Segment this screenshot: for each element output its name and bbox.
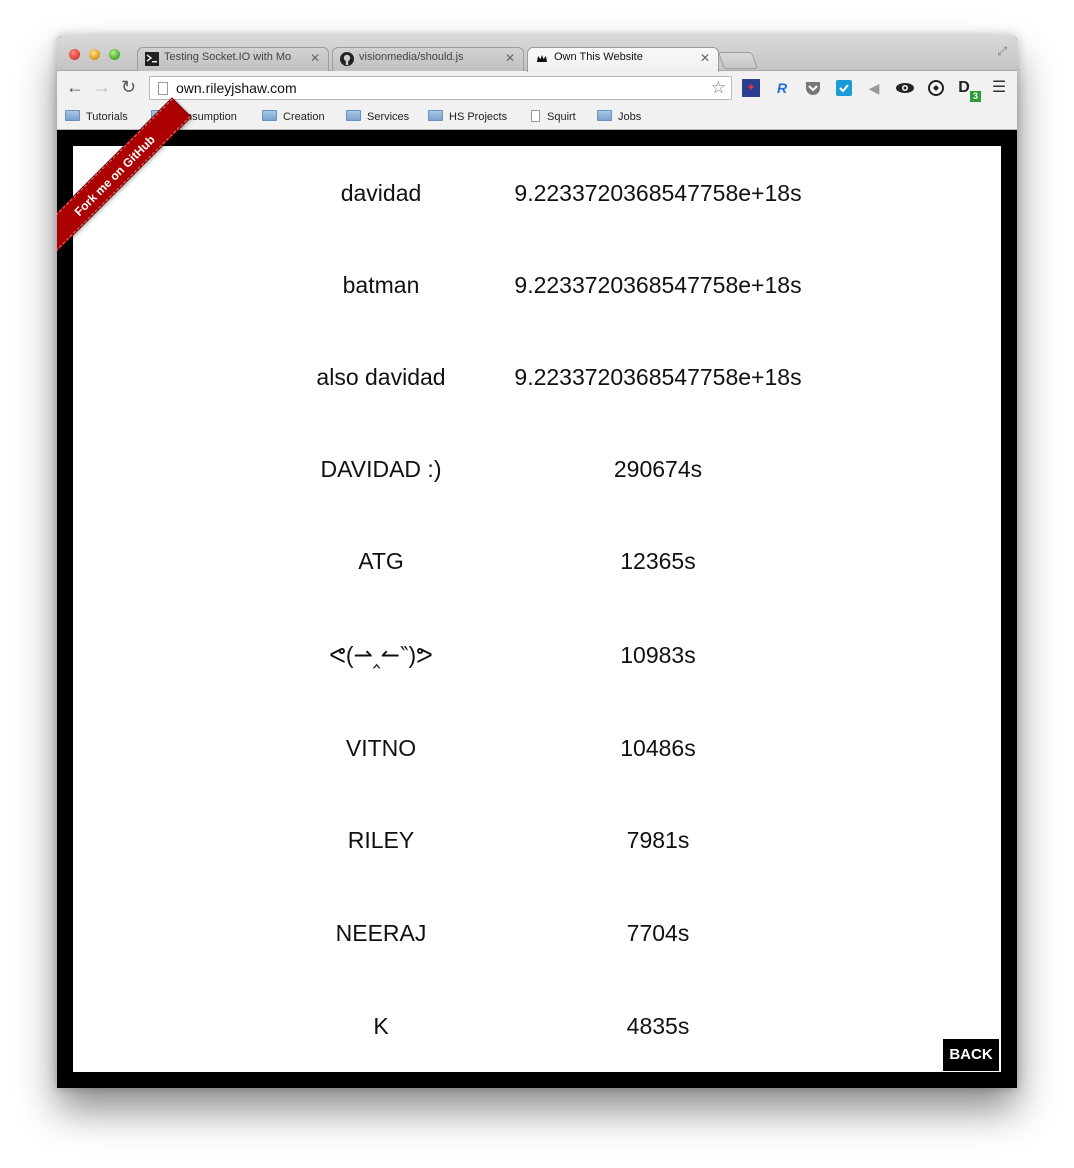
- page-content: davidad 9.2233720368547758e+18s batman 9…: [57, 98, 1017, 1088]
- tab-label: Own This Website: [554, 51, 643, 63]
- reload-icon[interactable]: ↻: [121, 77, 136, 97]
- bookmark-services[interactable]: Services: [346, 110, 409, 123]
- bookmark-label: Creation: [283, 111, 325, 123]
- close-window-button[interactable]: [69, 49, 80, 60]
- player-time: 4835s: [626, 1013, 690, 1039]
- player-name: ᕙ(⇀‸↼‶)ᕗ: [329, 642, 433, 668]
- folder-icon: [428, 110, 443, 121]
- player-time: 7704s: [626, 920, 690, 946]
- bookmark-creation[interactable]: Creation: [262, 110, 325, 123]
- new-tab-button[interactable]: [717, 52, 759, 69]
- bookmark-label: Tutorials: [86, 111, 128, 123]
- player-name: DAVIDAD :): [320, 456, 442, 482]
- leaderboard-row: VITNO 10486s: [73, 728, 1001, 768]
- bookmark-label: Services: [367, 111, 410, 123]
- player-time: 7981s: [626, 827, 690, 853]
- eye-icon[interactable]: [895, 79, 914, 97]
- crown-icon: [535, 52, 549, 66]
- tab-label: Testing Socket.IO with Mo: [164, 51, 292, 63]
- tab-socketio[interactable]: Testing Socket.IO with Mo ✕: [137, 47, 329, 71]
- leaderboard-row: also davidad 9.2233720368547758e+18s: [73, 357, 1001, 397]
- pocket-icon[interactable]: [804, 79, 822, 97]
- leaderboard-row: RILEY 7981s: [73, 820, 1001, 860]
- bookmark-label: Jobs: [618, 111, 642, 123]
- bookmark-star-icon[interactable]: ☆: [711, 78, 726, 98]
- tab-own-this-website[interactable]: Own This Website ✕: [527, 47, 719, 72]
- bookmark-label: HS Projects: [449, 111, 508, 123]
- bookmark-label: Squirt: [547, 111, 576, 123]
- player-name: batman: [342, 272, 420, 298]
- player-name: ATG: [358, 548, 404, 574]
- back-button[interactable]: BACK: [943, 1039, 999, 1071]
- player-time: 10983s: [620, 642, 696, 668]
- bookmark-tutorials[interactable]: Tutorials: [65, 110, 128, 123]
- player-time: 9.2233720368547758e+18s: [514, 272, 802, 298]
- close-icon[interactable]: ✕: [310, 51, 320, 65]
- page-icon: [531, 110, 540, 122]
- bookmarks-bar: Tutorials Consumption Creation Services …: [57, 105, 1017, 130]
- leaderboard-row: K 4835s: [73, 1006, 1001, 1046]
- leaderboard-row: ᕙ(⇀‸↼‶)ᕗ 10983s: [73, 635, 1001, 675]
- close-icon[interactable]: ✕: [700, 51, 710, 65]
- player-time: 290674s: [613, 456, 703, 482]
- address-bar[interactable]: own.rileyjshaw.com ☆: [149, 76, 732, 100]
- player-time: 9.2233720368547758e+18s: [514, 180, 802, 206]
- bookmark-jobs[interactable]: Jobs: [597, 110, 641, 123]
- player-name: K: [373, 1013, 389, 1039]
- leaderboard-row: NEERAJ 7704s: [73, 913, 1001, 953]
- player-time: 10486s: [620, 735, 696, 761]
- checkbox-extension-icon[interactable]: [835, 79, 853, 97]
- minimize-window-button[interactable]: [89, 49, 100, 60]
- player-name: also davidad: [316, 364, 446, 390]
- sync-icon[interactable]: [927, 79, 945, 97]
- player-name: VITNO: [345, 735, 417, 761]
- leaderboard-row: ATG 12365s: [73, 541, 1001, 581]
- player-time: 12365s: [620, 548, 696, 574]
- player-name: RILEY: [347, 827, 415, 853]
- url-text[interactable]: own.rileyjshaw.com: [176, 80, 297, 96]
- player-time: 9.2233720368547758e+18s: [514, 364, 802, 390]
- bookmark-hs-projects[interactable]: HS Projects: [428, 110, 507, 123]
- close-icon[interactable]: ✕: [505, 51, 515, 65]
- bookmark-squirt[interactable]: Squirt: [531, 110, 576, 123]
- page-icon: [158, 82, 168, 95]
- folder-icon: [346, 110, 361, 121]
- browser-window: Testing Socket.IO with Mo ✕ visionmedia/…: [57, 36, 1017, 1088]
- folder-icon: [597, 110, 612, 121]
- fullscreen-icon[interactable]: ⤢: [997, 44, 1007, 59]
- leaderboard-row: batman 9.2233720368547758e+18s: [73, 265, 1001, 305]
- forward-arrow-icon[interactable]: →: [93, 77, 111, 97]
- tab-label: visionmedia/should.js: [359, 51, 464, 63]
- flag-extension-icon[interactable]: ✦: [742, 79, 760, 97]
- tab-shouldjs[interactable]: visionmedia/should.js ✕: [332, 47, 524, 71]
- browser-toolbar: ← → ↻ own.rileyjshaw.com ☆ ✦ R ◀ D 3 ☰: [57, 71, 1017, 105]
- tab-strip: Testing Socket.IO with Mo ✕ visionmedia/…: [57, 36, 1017, 72]
- speaker-icon[interactable]: ◀: [865, 79, 883, 97]
- folder-icon: [65, 110, 80, 121]
- leaderboard-panel: davidad 9.2233720368547758e+18s batman 9…: [73, 146, 1001, 1072]
- player-name: NEERAJ: [335, 920, 427, 946]
- menu-icon[interactable]: ☰: [990, 79, 1008, 97]
- leaderboard-row: davidad 9.2233720368547758e+18s: [73, 173, 1001, 213]
- extension-badge: 3: [970, 91, 981, 102]
- folder-icon: [262, 110, 277, 121]
- github-icon: [340, 52, 354, 66]
- readability-extension-icon[interactable]: R: [773, 79, 791, 97]
- leaderboard-row: DAVIDAD :) 290674s: [73, 449, 1001, 489]
- back-arrow-icon[interactable]: ←: [66, 77, 84, 97]
- player-name: davidad: [340, 180, 422, 206]
- terminal-icon: [145, 52, 159, 66]
- zoom-window-button[interactable]: [109, 49, 120, 60]
